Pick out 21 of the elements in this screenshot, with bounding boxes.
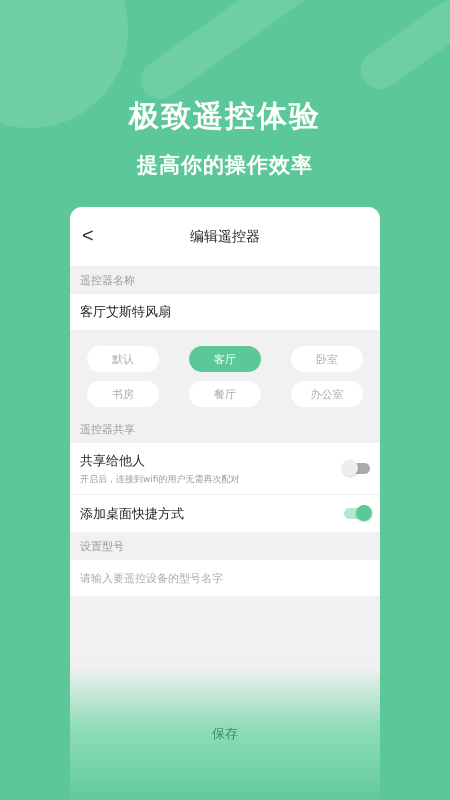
model-input-field[interactable]: 请输入要遥控设备的型号名字 [70, 560, 380, 596]
room-chip[interactable]: 客厅 [189, 346, 261, 372]
room-chip[interactable]: 默认 [87, 346, 159, 372]
subheadline: 提高你的操作效率 [137, 152, 313, 179]
room-chip[interactable]: 书房 [87, 381, 159, 407]
section-label: 设置型号 [79, 538, 125, 554]
section-label: 遥控器名称 [79, 272, 136, 288]
room-chip[interactable]: 办公室 [291, 381, 363, 407]
setting-title: 添加桌面快捷方式 [80, 506, 184, 522]
page-title: 编辑遥控器 [190, 228, 260, 246]
save-button[interactable]: 保存 [206, 724, 244, 744]
name-value: 客厅艾斯特风扇 [80, 304, 171, 321]
section-label: 遥控器共享 [79, 422, 136, 438]
room-chip[interactable]: 餐厅 [189, 381, 261, 407]
toggle-switch[interactable] [344, 508, 370, 519]
headline: 极致遥控体验 [129, 98, 321, 136]
back-button[interactable]: < [78, 225, 98, 248]
setting-hint: 开启后，连接到wifi的用户无需再次配对 [80, 474, 240, 486]
toggle-switch[interactable] [344, 463, 370, 474]
setting-title: 共享给他人 [80, 452, 146, 470]
room-chip[interactable]: 卧室 [291, 346, 363, 372]
